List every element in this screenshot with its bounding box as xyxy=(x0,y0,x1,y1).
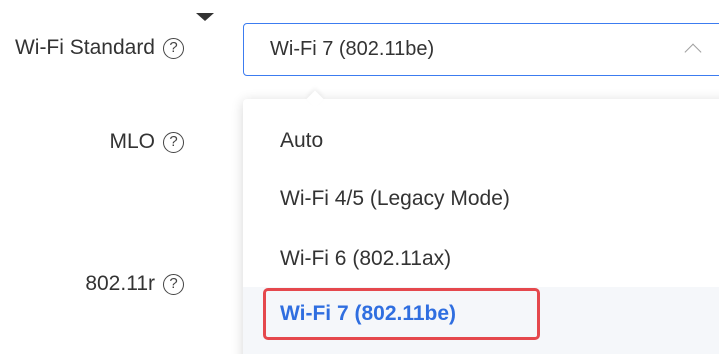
option-wifi-4-5-legacy[interactable]: Wi-Fi 4/5 (Legacy Mode) xyxy=(280,187,510,211)
wifi-standard-select[interactable]: Wi-Fi 7 (802.11be) xyxy=(243,23,719,76)
help-icon[interactable]: ? xyxy=(163,131,184,153)
wifi-standard-label: Wi-Fi Standard ? xyxy=(15,36,184,60)
wifi-standard-select-value: Wi-Fi 7 (802.11be) xyxy=(270,38,435,60)
help-icon[interactable]: ? xyxy=(163,273,184,295)
annotation-highlight-box xyxy=(263,288,540,340)
option-auto[interactable]: Auto xyxy=(280,129,323,153)
wifi-standard-label-text: Wi-Fi Standard xyxy=(14,36,155,59)
settings-page: Wi-Fi Standard ? Wi-Fi 7 (802.11be) MLO … xyxy=(0,0,719,354)
caret-down-icon xyxy=(196,13,214,21)
80211r-label: 802.11r ? xyxy=(85,272,184,296)
option-wifi-6[interactable]: Wi-Fi 6 (802.11ax) xyxy=(280,247,451,271)
help-icon[interactable]: ? xyxy=(163,37,184,59)
chevron-up-icon[interactable] xyxy=(684,43,702,61)
80211r-label-text: 802.11r xyxy=(85,272,155,295)
mlo-label: MLO ? xyxy=(109,130,184,154)
mlo-label-text: MLO xyxy=(109,130,155,153)
